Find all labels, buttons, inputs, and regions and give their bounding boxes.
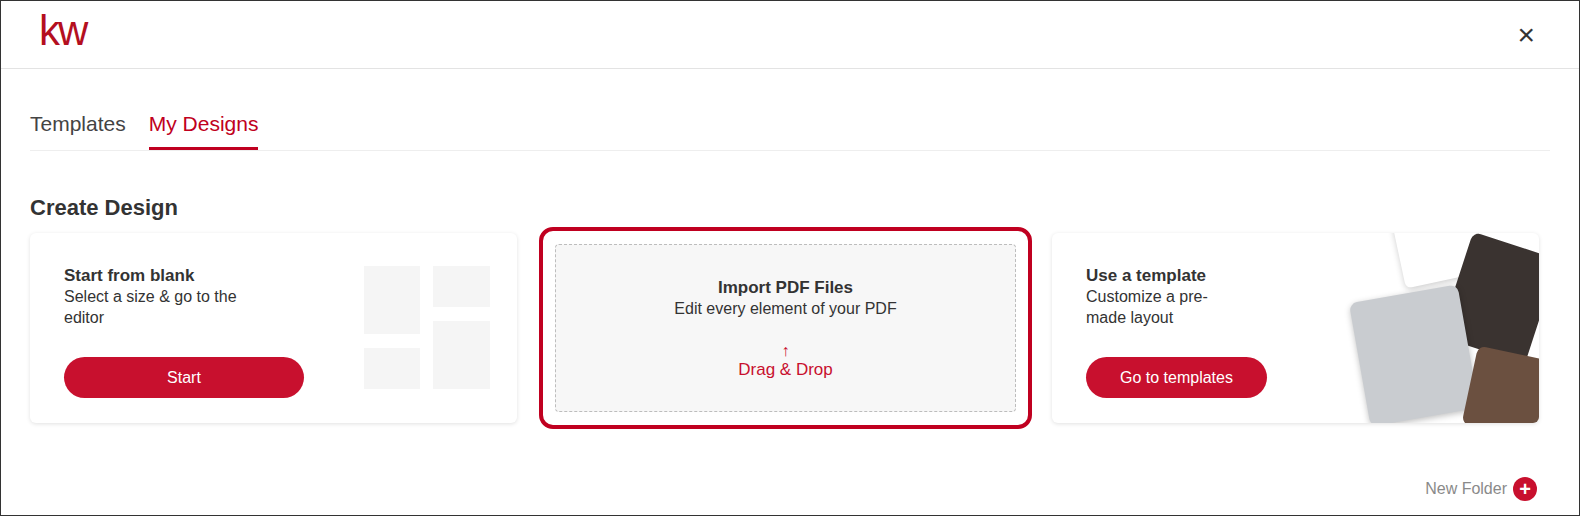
new-folder-label[interactable]: New Folder <box>1425 477 1507 501</box>
card-row: Start from blankSelect a size & go to th… <box>30 227 1579 429</box>
tab[interactable]: My Designs <box>149 100 259 150</box>
layout-placeholder-icon <box>364 266 490 389</box>
section-heading: Create Design <box>30 195 1550 221</box>
card-title: Use a template <box>1086 266 1286 286</box>
card-subtitle: Customize a pre-made layout <box>1086 286 1236 328</box>
template-collage-image <box>1349 233 1539 423</box>
start-blank-card: Start from blankSelect a size & go to th… <box>30 233 517 423</box>
card-title: Import PDF Files <box>718 278 853 298</box>
drag-drop-label[interactable]: Drag & Drop <box>738 359 832 381</box>
card-title: Start from blank <box>64 266 304 286</box>
header-bar: kw × <box>1 1 1579 69</box>
tab[interactable]: Templates <box>30 100 126 150</box>
import-dropzone[interactable]: Import PDF FilesEdit every element of yo… <box>555 244 1016 412</box>
tab-bar: Templates My Designs <box>30 100 1550 151</box>
card-subtitle: Select a size & go to the editor <box>64 286 274 328</box>
design-window: kw × Templates My Designs Create Design Start… <box>0 0 1580 516</box>
kw-logo[interactable]: kw <box>39 9 86 61</box>
start-button[interactable]: Start <box>64 357 304 398</box>
card-subtitle: Edit every element of your PDF <box>674 298 896 319</box>
import-card-highlight: Import PDF FilesEdit every element of yo… <box>539 227 1032 429</box>
close-button[interactable]: × <box>1513 20 1539 50</box>
plus-icon[interactable]: + <box>1513 477 1537 501</box>
go-to-templates-button[interactable]: Go to templates <box>1086 357 1267 398</box>
use-template-card: Use a templateCustomize a pre-made layou… <box>1052 233 1539 423</box>
upload-arrow-icon: ↑ <box>782 343 790 359</box>
